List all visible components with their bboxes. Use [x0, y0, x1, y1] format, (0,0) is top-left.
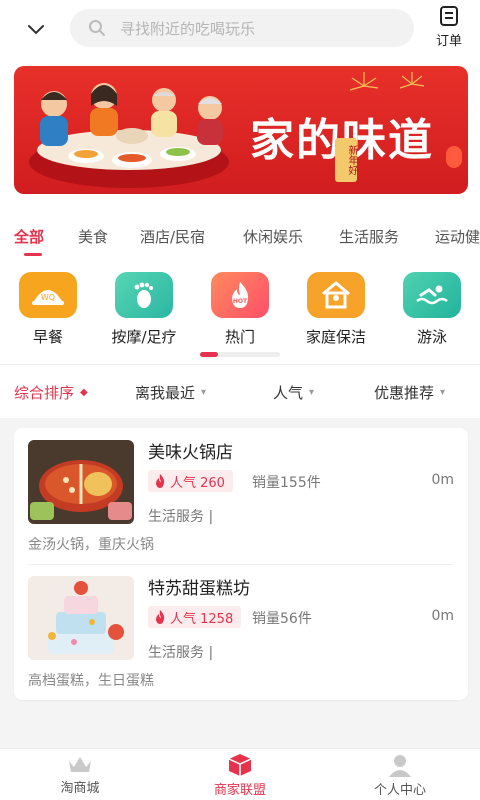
top-bar: 寻找附近的吃喝玩乐 订单: [0, 0, 480, 60]
nav-label: 商家联盟: [213, 783, 266, 798]
distance: 0m: [431, 608, 454, 624]
grid-item-swimming[interactable]: 游泳: [387, 272, 477, 347]
nav-profile[interactable]: 个人中心: [340, 753, 460, 798]
family-dinner-illustration: [29, 83, 229, 188]
filter-discount[interactable]: 优惠推荐 ▾: [374, 382, 445, 403]
filter-label: 人气: [273, 384, 304, 402]
shop-list-card: 美味火锅店 人气 260 销量155件 0m 生活服务 | 金汤火锅，重庆火锅: [14, 428, 468, 700]
list-item[interactable]: 特苏甜蛋糕坊 人气 1258 销量56件 0m 生活服务 | 高档蛋糕，生日蛋糕: [14, 564, 468, 700]
service-category: 生活服务 |: [148, 509, 214, 525]
swim-icon: [403, 272, 461, 318]
promo-banner[interactable]: 家的味道 新年好: [14, 66, 468, 194]
bottom-nav: 淘商城 商家联盟 个人中心: [0, 748, 480, 800]
fireworks-icon: [349, 72, 425, 91]
category-tabs: 全部 美食 酒店/民宿 休闲娱乐 生活服务 运动健: [0, 218, 480, 258]
filter-sort[interactable]: 综合排序 ◆: [14, 382, 88, 403]
flame-icon: [156, 610, 165, 624]
grid-label: 热门: [224, 328, 255, 346]
nav-mall[interactable]: 淘商城: [20, 753, 140, 796]
grid-label: 早餐: [32, 328, 63, 346]
nav-merchant-alliance[interactable]: 商家联盟: [180, 753, 300, 798]
filter-label: 综合排序: [14, 384, 75, 402]
clipboard-icon: [440, 6, 458, 26]
carousel-indicator: [200, 352, 280, 357]
svg-text:HOT: HOT: [233, 298, 248, 305]
tab-life-service[interactable]: 生活服务: [339, 226, 399, 247]
app-screen: 寻找附近的吃喝玩乐 订单 新年好 全部 美食 酒店/民宿 休闲娱乐 生活服务 运…: [0, 0, 480, 800]
filter-nearest[interactable]: 离我最近 ▾: [135, 382, 206, 403]
banner-tag: 新年好: [335, 138, 357, 182]
tab-leisure[interactable]: 休闲娱乐: [243, 226, 303, 247]
shop-tags: 金汤火锅，重庆火锅: [28, 537, 154, 553]
popularity-text: 人气 1258: [170, 611, 234, 627]
sort-toggle-icon: ◆: [80, 387, 88, 398]
orders-label: 订单: [435, 34, 462, 49]
grid-item-breakfast[interactable]: WQ 早餐: [3, 272, 93, 347]
orders-button[interactable]: 订单: [426, 5, 472, 51]
shop-tags: 高档蛋糕，生日蛋糕: [28, 673, 154, 689]
sales-count: 销量56件: [252, 611, 312, 627]
grid-item-hot[interactable]: HOT 热门: [195, 272, 285, 347]
house-icon: [307, 272, 365, 318]
grid-item-massage[interactable]: 按摩/足疗: [99, 272, 189, 347]
grid-item-housekeeping[interactable]: 家庭保洁: [291, 272, 381, 347]
service-category: 生活服务 |: [148, 645, 214, 661]
crown-icon: [69, 757, 91, 772]
list-item[interactable]: 美味火锅店 人气 260 销量155件 0m 生活服务 | 金汤火锅，重庆火锅: [14, 428, 468, 564]
indicator-active: [200, 352, 218, 357]
popularity-badge: 人气 1258: [148, 606, 242, 628]
tab-active-indicator: [24, 253, 42, 256]
chevron-down-icon[interactable]: [22, 16, 50, 44]
hotpot-image: [28, 440, 134, 524]
tab-all[interactable]: 全部: [14, 226, 44, 247]
chevron-down-icon: ▾: [309, 387, 315, 398]
filter-label: 优惠推荐: [374, 384, 435, 402]
distance: 0m: [431, 472, 454, 488]
popularity-badge: 人气 260: [148, 470, 233, 492]
sales-count: 销量155件: [252, 475, 321, 491]
grid-label: 家庭保洁: [305, 328, 366, 346]
nav-label: 个人中心: [373, 783, 426, 798]
indicator-track: [218, 352, 280, 357]
tab-food[interactable]: 美食: [78, 226, 108, 247]
search-input[interactable]: 寻找附近的吃喝玩乐: [70, 9, 414, 47]
foot-icon: [115, 272, 173, 318]
breakfast-icon: WQ: [19, 272, 77, 318]
flame-icon: [156, 474, 165, 488]
lantern-icon: [446, 146, 462, 168]
chevron-down-icon: ▾: [440, 387, 446, 398]
chevron-down-icon: ▾: [201, 387, 207, 398]
popularity-text: 人气 260: [170, 475, 225, 491]
shop-name: 美味火锅店: [148, 443, 233, 463]
grid-label: 游泳: [416, 328, 447, 346]
hot-icon: HOT: [211, 272, 269, 318]
tab-hotel[interactable]: 酒店/民宿: [140, 226, 205, 247]
user-icon: [389, 755, 411, 777]
nav-label: 淘商城: [60, 781, 100, 796]
cube-icon: [228, 754, 252, 776]
filter-label: 离我最近: [135, 384, 196, 402]
shop-name: 特苏甜蛋糕坊: [148, 579, 250, 599]
cake-image: [28, 576, 134, 660]
tab-sports[interactable]: 运动健: [435, 226, 480, 247]
search-placeholder: 寻找附近的吃喝玩乐: [120, 19, 256, 38]
svg-text:WQ: WQ: [41, 293, 55, 302]
filter-popularity[interactable]: 人气 ▾: [273, 382, 314, 403]
grid-label: 按摩/足疗: [111, 328, 177, 346]
search-icon: [89, 20, 105, 36]
